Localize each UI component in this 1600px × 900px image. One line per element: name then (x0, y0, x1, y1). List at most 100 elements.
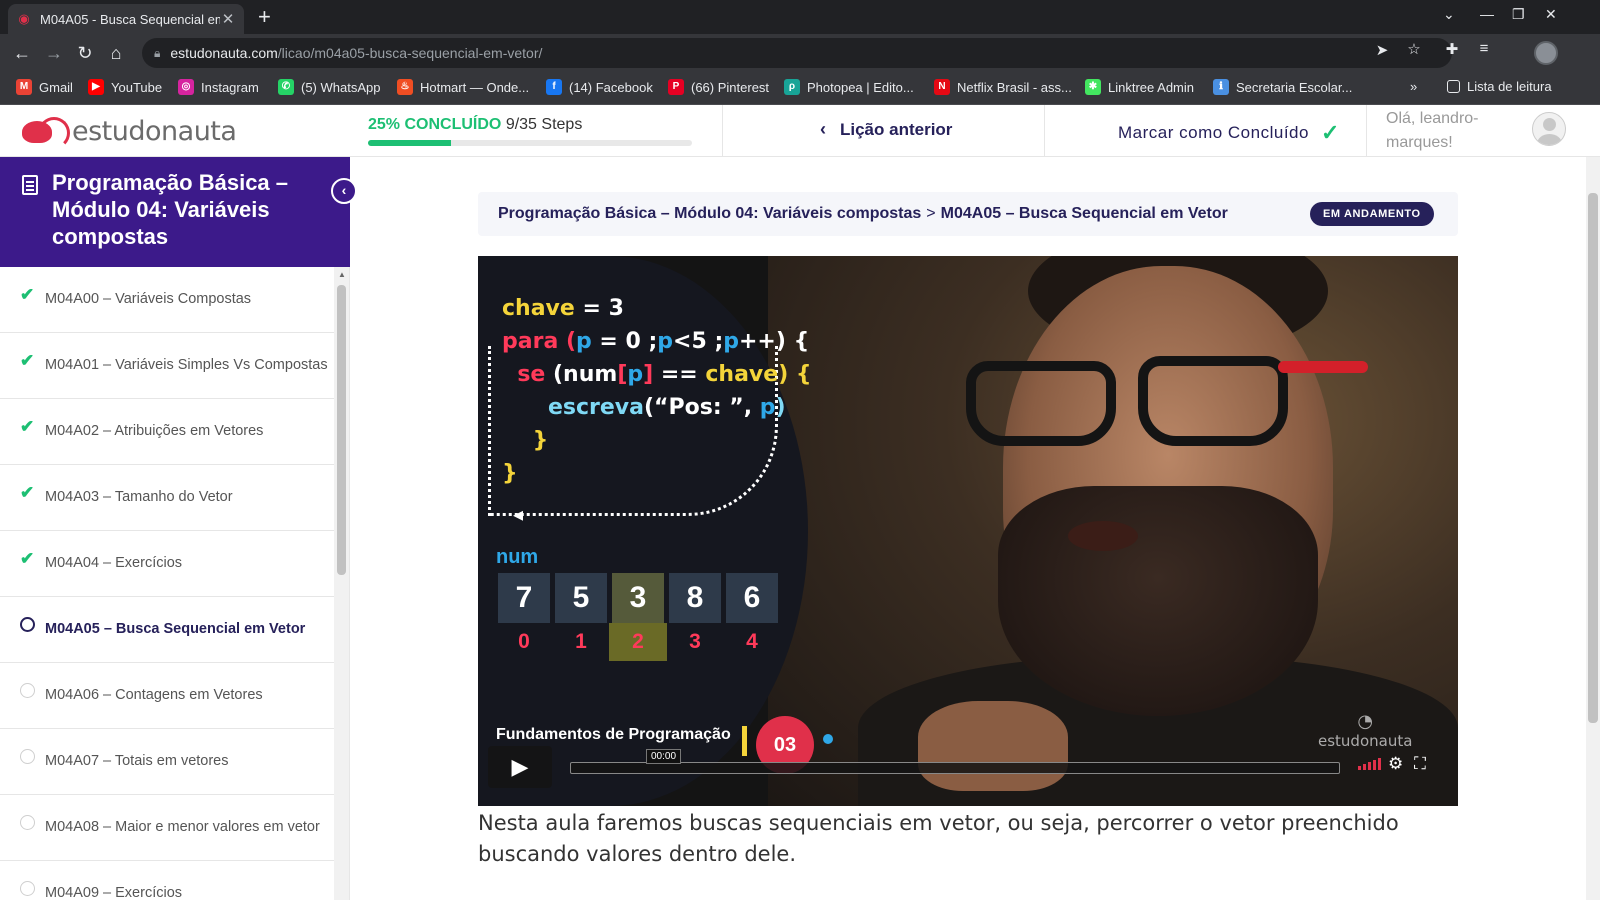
previous-lesson-button[interactable]: ‹ Lição anterior (820, 119, 952, 140)
sidebar-lesson-item[interactable]: ✔ M04A00 – Variáveis Compostas (0, 267, 334, 333)
back-arrow-icon[interactable]: ← (10, 41, 34, 65)
send-tab-icon[interactable]: ➤ (1372, 41, 1392, 59)
progress-bar-fill (368, 140, 452, 146)
extensions-puzzle-icon[interactable]: ✚ (1442, 40, 1462, 58)
volume-bar (1373, 760, 1376, 770)
home-icon[interactable]: ⌂ (104, 41, 128, 65)
logo[interactable]: estudonauta (18, 113, 237, 149)
bookmark-item[interactable]: ℹ Secretaria Escolar... (1213, 79, 1352, 95)
code-token: p (759, 395, 776, 420)
address-bar[interactable]: 🔒︎ estudonauta.com/licao/m04a05-busca-se… (142, 38, 1452, 68)
bookmark-item[interactable]: ▶ YouTube (88, 79, 162, 95)
bookmark-star-icon[interactable]: ☆ (1404, 40, 1424, 58)
header-divider (1366, 105, 1367, 157)
linktree-icon: ✱ (1085, 79, 1101, 95)
reload-icon[interactable]: ↻ (73, 41, 97, 65)
scroll-up-arrow-icon[interactable]: ▲ (338, 270, 346, 279)
sidebar-lesson-item[interactable]: ✔ M04A03 – Tamanho do Vetor (0, 465, 334, 531)
breadcrumb-separator: > (926, 205, 936, 222)
restore-icon[interactable]: ❐ (1512, 6, 1525, 23)
tab-close-icon[interactable]: ✕ (220, 10, 236, 28)
video-player[interactable]: chave = 3 para (p = 0 ;p<5 ;p++) { se (n… (478, 256, 1458, 806)
user-avatar[interactable] (1532, 112, 1566, 146)
media-queue-icon[interactable]: ≡ (1474, 40, 1494, 57)
sidebar-lesson-item[interactable]: M04A06 – Contagens em Vetores (0, 663, 334, 729)
bookmark-item[interactable]: ♨ Hotmart — Onde... (397, 79, 529, 95)
bookmark-label: (66) Pinterest (691, 79, 770, 95)
mark-complete-button[interactable]: Marcar como Concluído ✓ (1118, 120, 1340, 146)
bookmark-item[interactable]: ◎ Instagram (178, 79, 259, 95)
bookmark-item[interactable]: f (14) Facebook (546, 79, 653, 95)
sidebar-lesson-item[interactable]: M04A07 – Totais em vetores (0, 729, 334, 795)
lesson-label: M04A08 – Maior e menor valores em vetor (45, 819, 320, 835)
collapse-sidebar-button[interactable]: ‹ (331, 178, 357, 204)
page-scrollbar[interactable] (1586, 157, 1600, 900)
check-icon: ✓ (1320, 120, 1340, 145)
tab-search-icon[interactable]: ⌄ (1443, 6, 1455, 23)
array-index: 2 (632, 630, 644, 653)
code-token: p (627, 362, 644, 387)
code-line: escreva(“Pos: ”, p) (502, 391, 812, 424)
browser-tab[interactable]: ◉ M04A05 - Busca Sequencial em Vetor ✕ (8, 4, 244, 34)
code-token: ) (775, 395, 786, 420)
bookmark-label: Hotmart — Onde... (420, 79, 530, 95)
bookmark-item[interactable]: N Netflix Brasil - ass... (934, 79, 1072, 95)
bookmark-item[interactable]: P (66) Pinterest (668, 79, 769, 95)
sidebar-lesson-item[interactable]: M04A08 – Maior e menor valores em vetor (0, 795, 334, 861)
lock-icon: 🔒︎ (154, 45, 161, 60)
sidebar-lesson-item[interactable]: M04A09 – Exercícios (0, 861, 334, 900)
course-progress: 25% CONCLUÍDO 9/35 Steps (368, 116, 692, 146)
profile-avatar[interactable] (1534, 41, 1558, 65)
netflix-icon: N (934, 79, 950, 95)
bookmark-label: Gmail (39, 79, 73, 95)
volume-bar (1358, 766, 1361, 770)
course-title[interactable]: Programação Básica – Módulo 04: Variávei… (0, 157, 350, 267)
document-icon (22, 175, 38, 195)
logo-mark-icon (18, 113, 70, 149)
sidebar-scrollbar[interactable]: ▲ (334, 267, 349, 900)
completed-check-icon: ✔ (20, 285, 35, 304)
lesson-label: M04A05 – Busca Sequencial em Vetor (45, 621, 306, 637)
bookmark-label: Linktree Admin (1108, 79, 1194, 95)
play-icon: ▶ (511, 754, 529, 779)
sidebar-lesson-item[interactable]: M04A05 – Busca Sequencial em Vetor (0, 597, 334, 663)
bookmark-item[interactable]: ✆ (5) WhatsApp (278, 79, 380, 95)
window-close-icon[interactable]: ✕ (1545, 6, 1557, 23)
bookmark-item[interactable]: ✱ Linktree Admin (1085, 79, 1194, 95)
fullscreen-icon[interactable]: ⛶ (1414, 754, 1426, 774)
settings-gear-icon[interactable]: ⚙ (1388, 754, 1403, 774)
sidebar-scrollbar-thumb[interactable] (337, 285, 346, 575)
array-cell: 8 (669, 573, 721, 623)
breadcrumb-course-link[interactable]: Programação Básica – Módulo 04: Variávei… (498, 205, 921, 223)
video-timeline[interactable]: 00:00 (570, 749, 1340, 774)
minimize-icon[interactable]: — (1480, 6, 1494, 22)
bookmark-item[interactable]: M Gmail (16, 79, 73, 95)
photopea-icon: ρ (784, 79, 800, 95)
sidebar-lesson-item[interactable]: ✔ M04A02 – Atribuições em Vetores (0, 399, 334, 465)
code-line: para (p = 0 ;p<5 ;p++) { (502, 325, 812, 358)
reading-list[interactable]: Lista de leitura (1447, 79, 1552, 94)
previous-lesson-label: Lição anterior (840, 119, 953, 139)
lesson-label: M04A00 – Variáveis Compostas (45, 291, 252, 307)
code-token: = 0 ; (591, 329, 658, 354)
facebook-icon: f (546, 79, 562, 95)
new-tab-icon[interactable]: + (258, 5, 271, 29)
bookmark-item[interactable]: ρ Photopea | Edito... (784, 79, 914, 95)
bookmarks-overflow-icon[interactable]: » (1410, 79, 1417, 94)
array-cell: 7 (498, 573, 550, 623)
user-greeting[interactable]: Olá, leandro-marques! (1386, 107, 1496, 155)
bookmark-label: (5) WhatsApp (301, 79, 381, 95)
presenter-beard (998, 486, 1318, 716)
play-button[interactable]: ▶ (488, 746, 552, 788)
sidebar-lesson-item[interactable]: ✔ M04A04 – Exercícios (0, 531, 334, 597)
page-scrollbar-thumb[interactable] (1588, 193, 1598, 723)
sidebar-lesson-item[interactable]: ✔ M04A01 – Variáveis Simples Vs Compostas (0, 333, 334, 399)
completed-check-icon: ✔ (20, 417, 35, 436)
forward-arrow-icon[interactable]: → (42, 41, 66, 65)
code-token: escreva (502, 395, 644, 420)
breadcrumb-lesson-link[interactable]: M04A05 – Busca Sequencial em Vetor (941, 205, 1228, 223)
code-token: ) { (778, 362, 812, 387)
bookmark-label: Secretaria Escolar... (1236, 79, 1353, 95)
site-header: estudonauta 25% CONCLUÍDO 9/35 Steps ‹ L… (0, 105, 1600, 157)
volume-control[interactable] (1358, 758, 1381, 770)
